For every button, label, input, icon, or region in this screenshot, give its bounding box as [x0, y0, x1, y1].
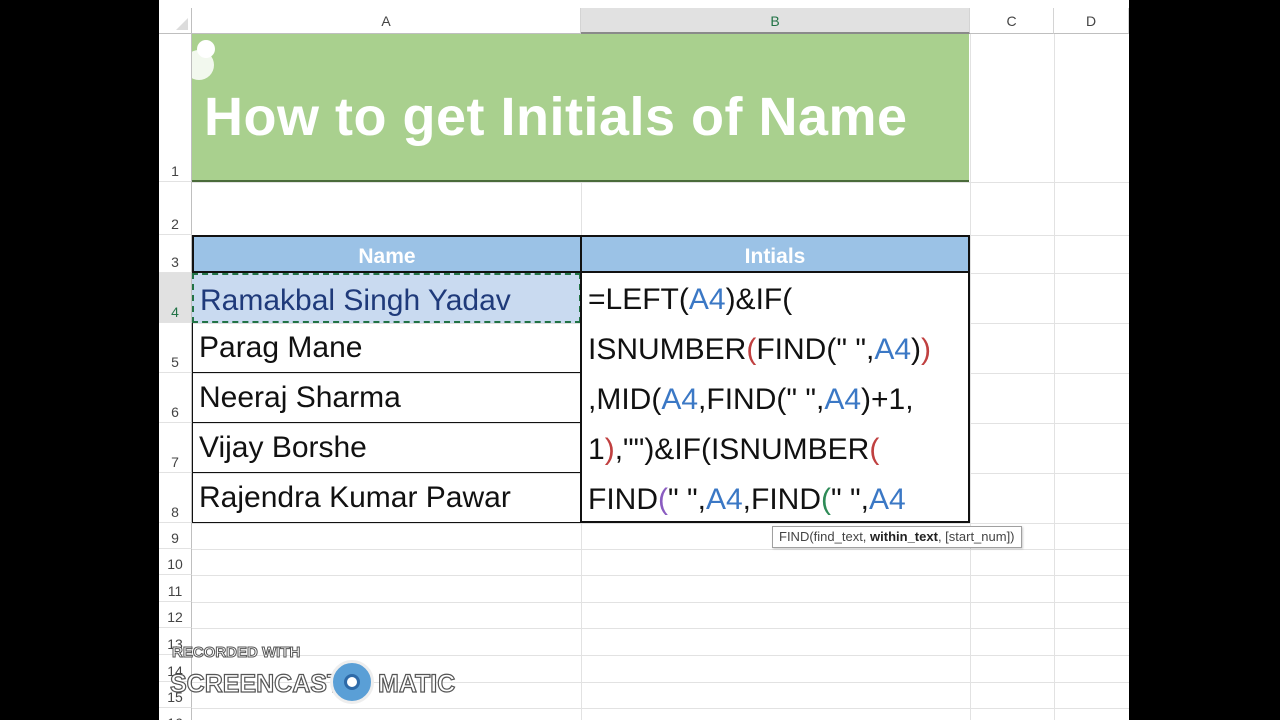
- select-all-corner[interactable]: [159, 8, 192, 34]
- watermark-recorded-with: RECORDED WITH: [171, 644, 301, 662]
- function-tooltip[interactable]: FIND(find_text, within_text, [start_num]…: [772, 526, 1022, 548]
- formula-line-5: FIND(" ",A4,FIND(" ",A4: [588, 483, 906, 516]
- row-header-6[interactable]: 6: [159, 373, 192, 423]
- column-header-a[interactable]: A: [192, 8, 581, 34]
- row-header-7[interactable]: 7: [159, 423, 192, 473]
- row-header-5[interactable]: 5: [159, 323, 192, 373]
- row-header-9[interactable]: 9: [159, 523, 192, 549]
- formula-edit-cell[interactable]: =LEFT(A4)&IF( ISNUMBER(FIND(" ",A4)) ,MI…: [580, 273, 970, 523]
- name-cell[interactable]: Parag Mane: [192, 323, 581, 373]
- formula-line-4: 1),"")&IF(ISNUMBER(: [588, 433, 880, 466]
- row-header-4[interactable]: 4: [159, 273, 192, 323]
- column-header-b[interactable]: B: [581, 8, 970, 34]
- formula-line-1: =LEFT(A4)&IF(: [588, 283, 793, 316]
- row-header-2[interactable]: 2: [159, 182, 192, 235]
- row-header-3[interactable]: 3: [159, 235, 192, 273]
- gridline: [970, 34, 971, 720]
- screencast-watermark: RECORDED WITH SCREENCAST MATIC: [169, 640, 460, 710]
- gridline: [192, 549, 1129, 550]
- name-cell[interactable]: Neeraj Sharma: [192, 373, 581, 423]
- watermark-matic: MATIC: [377, 669, 456, 698]
- screencast-logo-icon: [330, 660, 374, 704]
- gridline: [192, 523, 1129, 524]
- gridline: [192, 628, 1129, 629]
- name-cell[interactable]: Rajendra Kumar Pawar: [192, 473, 581, 523]
- row-header-8[interactable]: 8: [159, 473, 192, 523]
- page-title: How to get Initials of Name: [204, 87, 908, 147]
- row-header-11[interactable]: 11: [159, 575, 192, 602]
- column-header-c[interactable]: C: [970, 8, 1054, 34]
- watermark-screencast: SCREENCAST: [169, 669, 343, 698]
- row-header-12[interactable]: 12: [159, 602, 192, 628]
- gridline: [192, 575, 1129, 576]
- gridline: [192, 182, 1129, 183]
- row-header-1[interactable]: 1: [159, 34, 192, 182]
- formula-line-2: ISNUMBER(FIND(" ",A4)): [588, 333, 932, 366]
- table-header-name[interactable]: Name: [192, 235, 582, 273]
- table-header-initials[interactable]: Intials: [580, 235, 970, 273]
- column-header-d[interactable]: D: [1054, 8, 1129, 34]
- name-cell-selected[interactable]: Ramakbal Singh Yadav: [192, 273, 581, 323]
- name-cell[interactable]: Vijay Borshe: [192, 423, 581, 473]
- gridline: [1054, 34, 1055, 720]
- formula-line-3: ,MID(A4,FIND(" ",A4)+1,: [588, 383, 914, 416]
- row-header-10[interactable]: 10: [159, 549, 192, 575]
- title-banner[interactable]: How to get Initials of Name: [192, 34, 969, 182]
- spreadsheet: A B C D 1 2 3 4 5 6 7 8 9 10 11 12 13 14…: [159, 0, 1129, 720]
- gridline: [192, 602, 1129, 603]
